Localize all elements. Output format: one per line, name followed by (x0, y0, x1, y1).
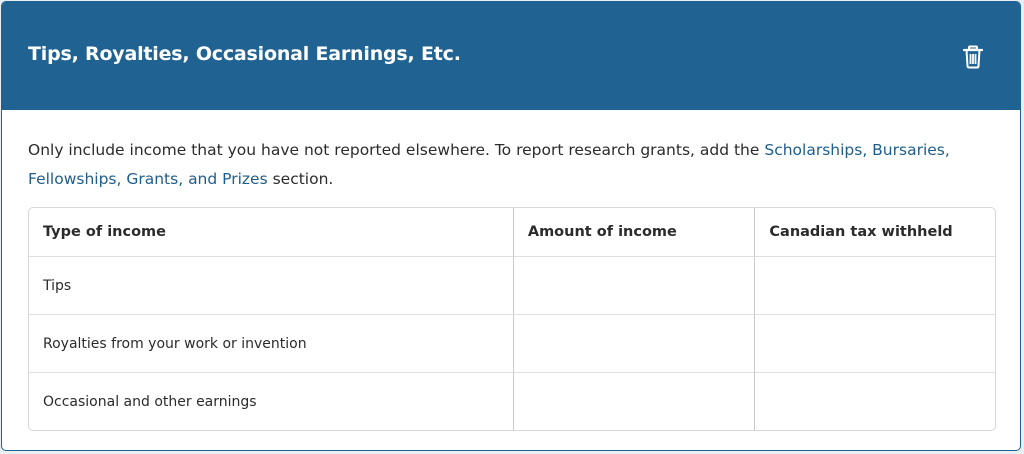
delete-section-button[interactable] (962, 45, 984, 69)
header-type-of-income: Type of income (29, 208, 513, 257)
income-type-cell: Royalties from your work or invention (29, 315, 513, 373)
tax-input-cell[interactable] (754, 315, 995, 373)
income-table: Type of income Amount of income Canadian… (28, 207, 996, 431)
table-row: Tips (29, 257, 995, 315)
intro-text-after: section. (267, 170, 334, 188)
section-header: Tips, Royalties, Occasional Earnings, Et… (2, 2, 1020, 110)
tax-input-cell[interactable] (754, 373, 995, 430)
section-title: Tips, Royalties, Occasional Earnings, Et… (28, 43, 461, 65)
table-header-row: Type of income Amount of income Canadian… (29, 208, 995, 257)
header-amount-of-income: Amount of income (512, 208, 755, 257)
table-row: Royalties from your work or invention (29, 315, 995, 373)
section-body: Only include income that you have not re… (2, 110, 1020, 431)
amount-input-cell[interactable] (512, 373, 755, 430)
intro-text: Only include income that you have not re… (28, 136, 994, 194)
intro-text-before: Only include income that you have not re… (28, 141, 765, 159)
table-row: Occasional and other earnings (29, 373, 995, 430)
amount-input-cell[interactable] (512, 315, 755, 373)
amount-input-cell[interactable] (512, 257, 755, 315)
income-type-cell: Occasional and other earnings (43, 393, 257, 410)
trash-icon (962, 45, 984, 69)
income-type-cell: Tips (29, 257, 513, 315)
tax-input-cell[interactable] (754, 257, 995, 315)
income-section-card: Tips, Royalties, Occasional Earnings, Et… (1, 1, 1021, 451)
header-canadian-tax-withheld: Canadian tax withheld (754, 208, 995, 257)
